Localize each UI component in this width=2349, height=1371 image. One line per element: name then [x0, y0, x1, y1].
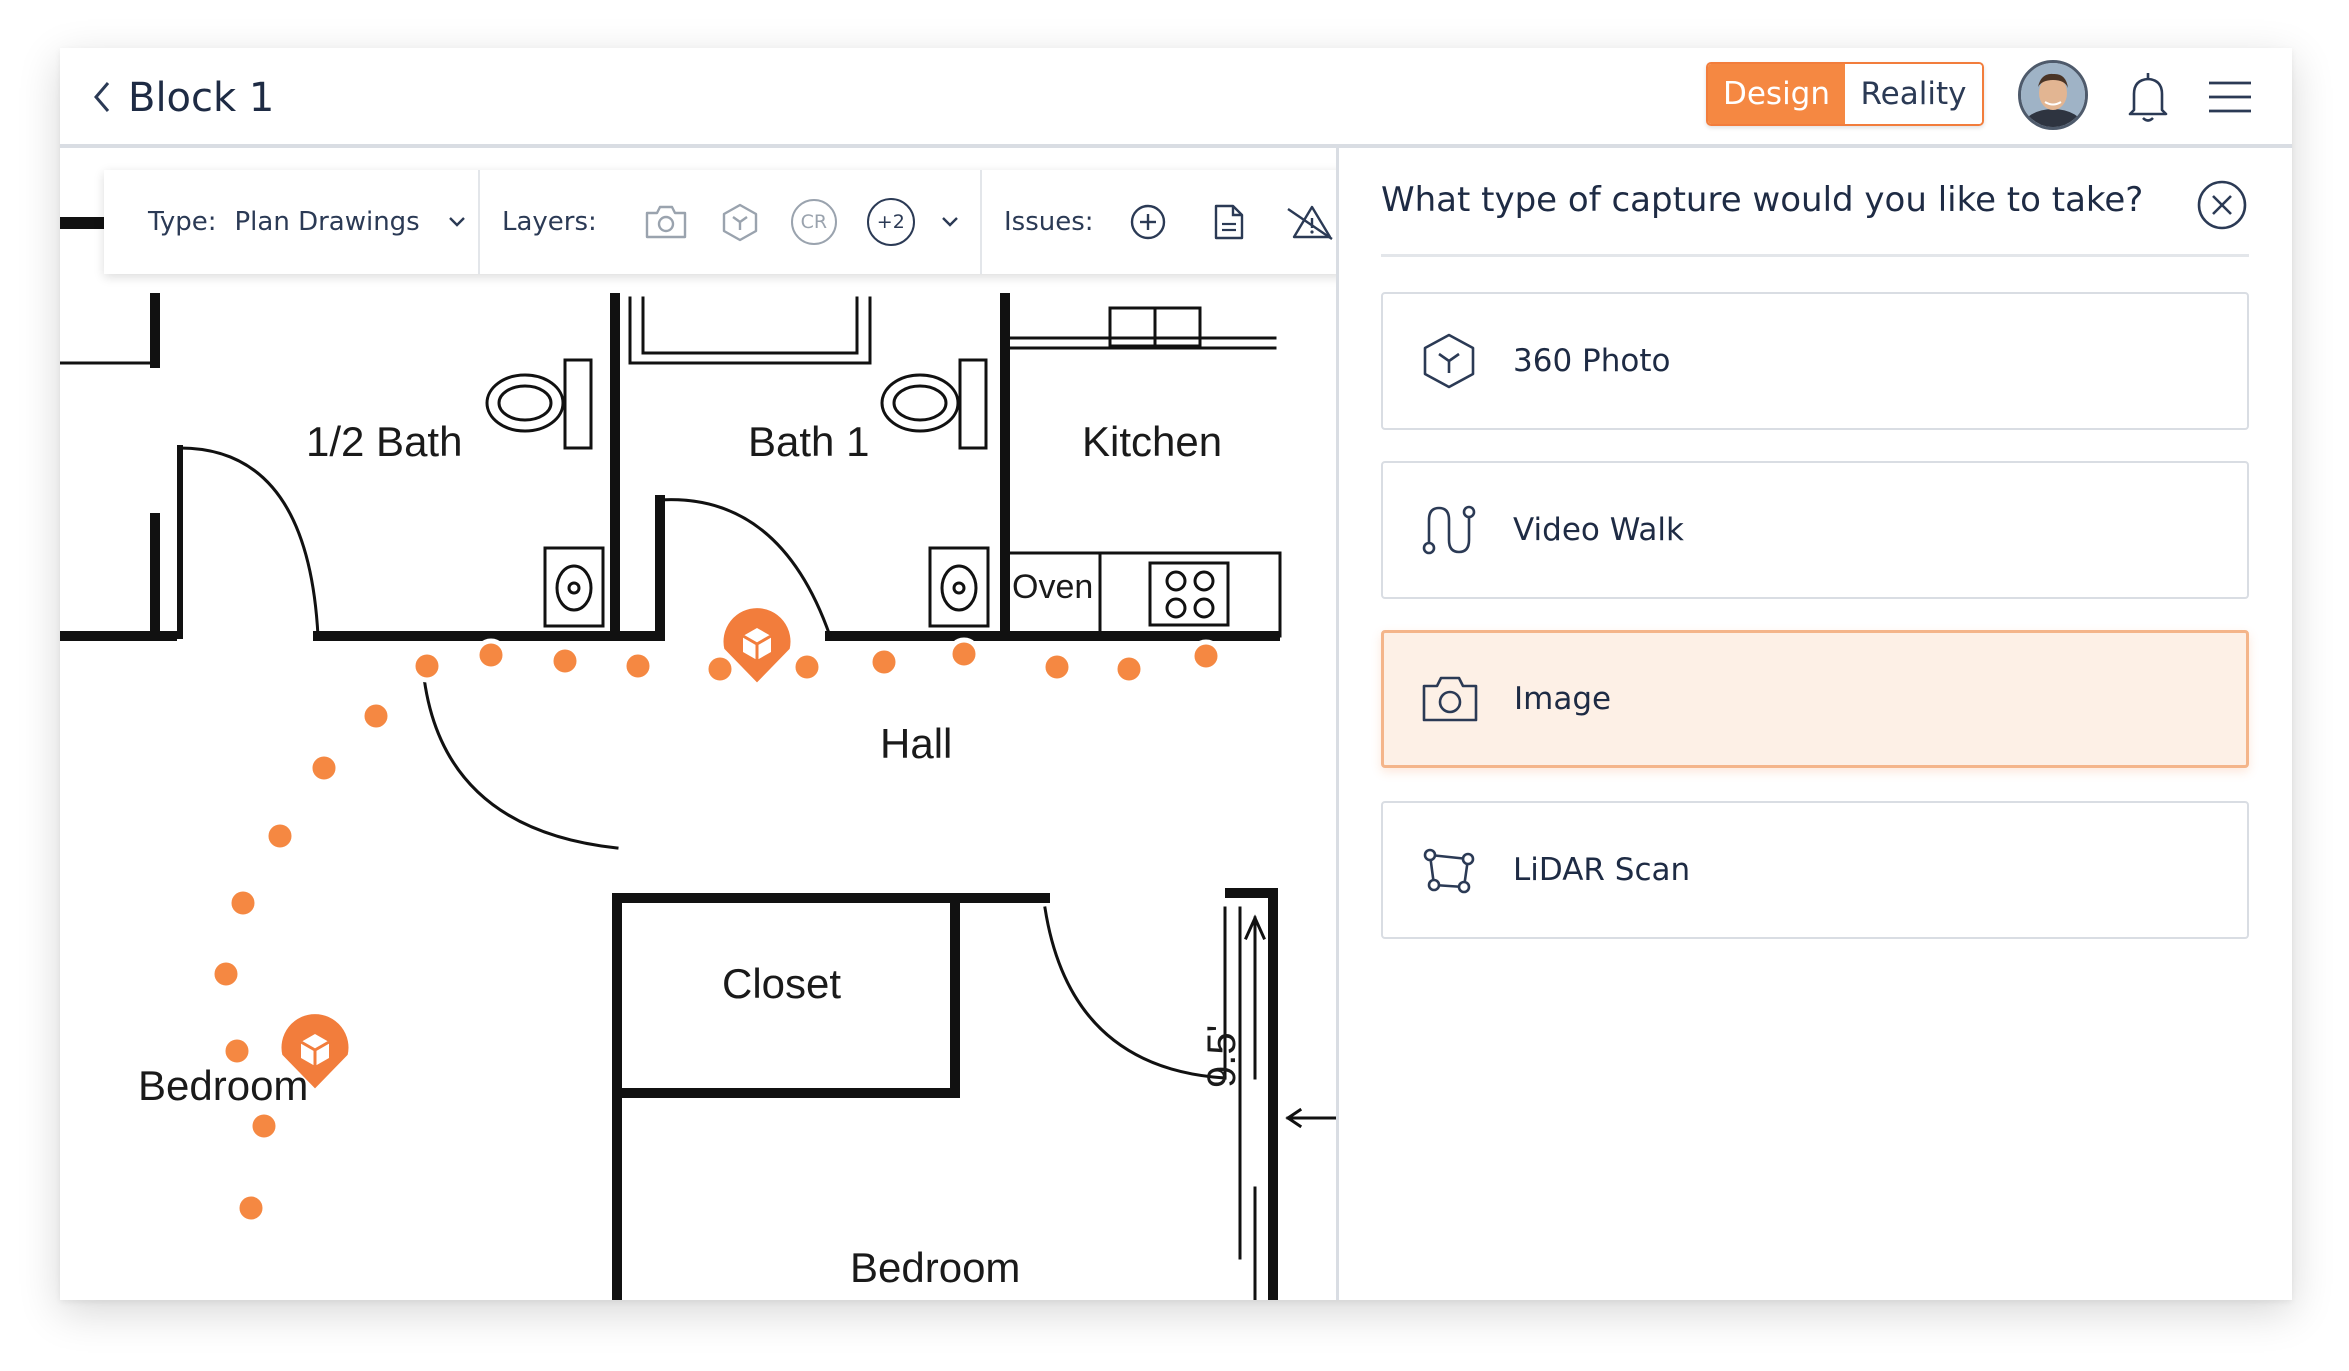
- camera-icon: [1420, 669, 1480, 729]
- close-circle-icon: [2197, 180, 2247, 230]
- user-avatar[interactable]: [2018, 60, 2088, 130]
- plus-circle-icon: [1130, 204, 1165, 240]
- room-label-bedroom: Bedroom: [850, 1244, 1021, 1291]
- room-label-hall: Hall: [880, 720, 953, 767]
- chevron-down-icon: [448, 217, 465, 227]
- layer-360-toggle[interactable]: [719, 201, 761, 243]
- type-label: Type:: [148, 207, 217, 237]
- hamburger-menu-icon: [2209, 81, 2251, 113]
- add-issue-button[interactable]: [1128, 202, 1168, 242]
- option-label: Video Walk: [1513, 512, 1684, 548]
- capture-path: [209, 637, 1223, 1225]
- reality-toggle-button[interactable]: Reality: [1845, 64, 1982, 124]
- avatar-portrait-icon: [2021, 63, 2085, 127]
- option-video-walk[interactable]: Video Walk: [1381, 461, 2249, 599]
- floor-plan-drawing: [60, 217, 1336, 1300]
- option-360-photo[interactable]: 360 Photo: [1381, 292, 2249, 430]
- panel-divider: [1381, 254, 2249, 257]
- more-layers-button[interactable]: +2: [866, 198, 915, 246]
- panel-question: What type of capture would you like to t…: [1381, 180, 2144, 220]
- path-walk-icon: [1419, 500, 1479, 560]
- page-title: Block 1: [128, 75, 275, 121]
- document-icon: [1214, 204, 1243, 240]
- bell-icon: [2128, 73, 2168, 122]
- option-lidar-scan[interactable]: LiDAR Scan: [1381, 801, 2249, 939]
- chevron-left-icon: [94, 82, 110, 112]
- cube-360-icon: [1419, 331, 1479, 391]
- option-label: 360 Photo: [1513, 343, 1671, 379]
- room-label-bedroom-left: Bedroom: [138, 1062, 309, 1109]
- layer-cr-toggle[interactable]: CR: [790, 199, 837, 245]
- option-label: Image: [1514, 681, 1612, 717]
- warning-off-icon: [1286, 205, 1333, 240]
- room-label-bath-1: Bath 1: [748, 418, 870, 465]
- hide-issues-button[interactable]: [1286, 201, 1334, 243]
- lidar-scan-icon: [1419, 840, 1479, 900]
- oven-label: Oven: [1012, 568, 1094, 606]
- cube-360-icon: [722, 203, 757, 242]
- back-button[interactable]: [82, 74, 122, 120]
- floor-plan-viewer[interactable]: 1/2 Bath Bath 1 Kitchen Oven Hall Closet…: [60, 148, 1336, 1300]
- option-label: LiDAR Scan: [1513, 852, 1691, 888]
- dimension-label: 9.5': [1200, 1024, 1244, 1088]
- camera-icon: [645, 205, 686, 239]
- issue-document-button[interactable]: [1212, 202, 1246, 242]
- notifications-button[interactable]: [2120, 68, 2176, 126]
- room-label-closet: Closet: [722, 960, 842, 1007]
- layer-image-toggle[interactable]: [643, 203, 689, 241]
- main-menu-button[interactable]: [2205, 72, 2255, 122]
- type-value: Plan Drawings: [234, 207, 420, 237]
- type-selector[interactable]: Type: Plan Drawings: [104, 170, 480, 274]
- design-toggle-button[interactable]: Design: [1708, 64, 1845, 124]
- app-window: Block 1 Design Reality 1/2 Bath Bath 1 K…: [60, 48, 2292, 1300]
- issues-label: Issues:: [1004, 207, 1094, 237]
- capture-type-panel: What type of capture would you like to t…: [1336, 148, 2292, 1300]
- close-panel-button[interactable]: [2195, 178, 2249, 232]
- chevron-down-icon[interactable]: [941, 216, 959, 228]
- room-label-half-bath: 1/2 Bath: [306, 418, 463, 465]
- plan-toolbar: Type: Plan Drawings Layers: CR +2 Issues…: [104, 170, 1336, 274]
- top-bar: Block 1 Design Reality: [60, 48, 2292, 148]
- issues-section: Issues:: [982, 170, 1336, 274]
- room-label-kitchen: Kitchen: [1082, 418, 1223, 465]
- option-image[interactable]: Image: [1381, 630, 2249, 768]
- layers-section: Layers: CR +2: [480, 170, 982, 274]
- design-reality-toggle[interactable]: Design Reality: [1706, 62, 1984, 126]
- layers-label: Layers:: [502, 207, 597, 237]
